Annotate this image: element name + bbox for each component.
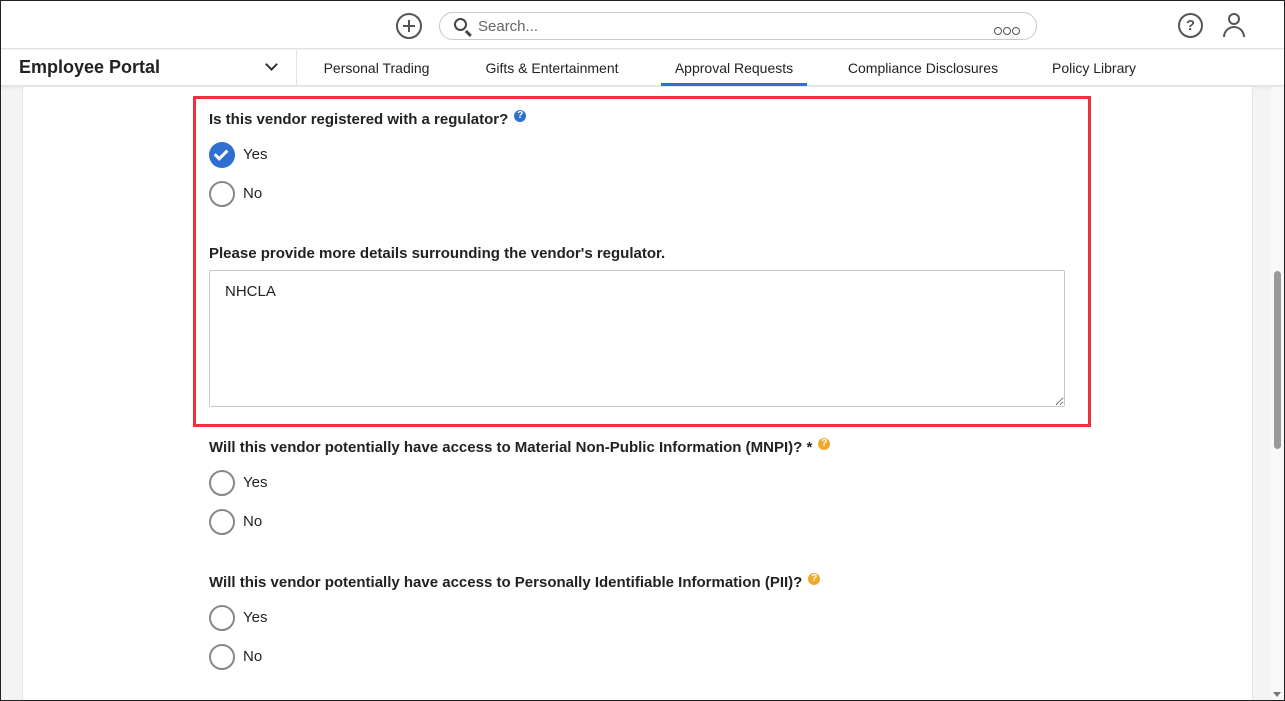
tab-approval-requests[interactable]: Approval Requests <box>661 50 807 86</box>
tab-personal-trading[interactable]: Personal Trading <box>309 50 444 86</box>
question-regulator-details: Please provide more details surrounding … <box>209 245 665 262</box>
question-regulator-details-label: Please provide more details surrounding … <box>209 245 666 262</box>
tab-policy-library[interactable]: Policy Library <box>1041 50 1147 86</box>
question-hint-icon[interactable]: ? <box>818 438 831 450</box>
search-box[interactable] <box>439 12 1037 40</box>
tab-compliance-disclosures[interactable]: Compliance Disclosures <box>835 50 1011 86</box>
search-icon <box>454 18 467 31</box>
chevron-down-icon <box>265 58 278 71</box>
option-label: Yes <box>243 474 268 491</box>
option-label: No <box>243 648 263 665</box>
option-label: Yes <box>243 146 268 163</box>
radio-icon[interactable] <box>209 605 235 631</box>
search-input[interactable] <box>478 16 978 36</box>
radio-icon[interactable] <box>209 644 235 670</box>
option-label: Yes <box>243 609 268 626</box>
scrollbar-thumb[interactable] <box>1274 271 1281 449</box>
help-icon[interactable]: ? <box>1178 13 1203 38</box>
option-label: No <box>243 185 263 202</box>
scroll-down-arrow-icon[interactable] <box>1273 692 1281 697</box>
app-window: ? Employee Portal Personal Trading Gifts… <box>0 0 1285 701</box>
question-hint-icon[interactable]: ? <box>808 573 821 585</box>
more-options-icon[interactable] <box>994 22 1022 35</box>
question-pii: Will this vendor potentially have access… <box>209 573 821 591</box>
top-bar: ? <box>1 1 1284 49</box>
radio-icon[interactable] <box>209 509 235 535</box>
portal-selector[interactable]: Employee Portal <box>1 50 297 86</box>
question-mnpi-label: Will this vendor potentially have access… <box>209 439 813 456</box>
radio-icon[interactable] <box>209 181 235 207</box>
question-pii-label: Will this vendor potentially have access… <box>209 574 803 591</box>
option-label: No <box>243 513 263 530</box>
question-mnpi: Will this vendor potentially have access… <box>209 438 831 456</box>
question-hint-icon[interactable]: ? <box>514 110 527 122</box>
user-icon[interactable] <box>1221 12 1247 38</box>
radio-icon[interactable] <box>209 470 235 496</box>
portal-title: Employee Portal <box>19 57 161 77</box>
regulator-details-textarea[interactable]: NHCLA <box>209 270 1065 407</box>
question-regulator: Is this vendor registered with a regulat… <box>209 110 527 128</box>
add-icon[interactable] <box>396 13 422 39</box>
nav-bar: Employee Portal Personal Trading Gifts &… <box>1 50 1284 86</box>
question-regulator-label: Is this vendor registered with a regulat… <box>209 111 509 128</box>
scrollbar[interactable] <box>1271 87 1284 700</box>
radio-checked-icon[interactable] <box>209 142 235 168</box>
tab-gifts-entertainment[interactable]: Gifts & Entertainment <box>473 50 631 86</box>
